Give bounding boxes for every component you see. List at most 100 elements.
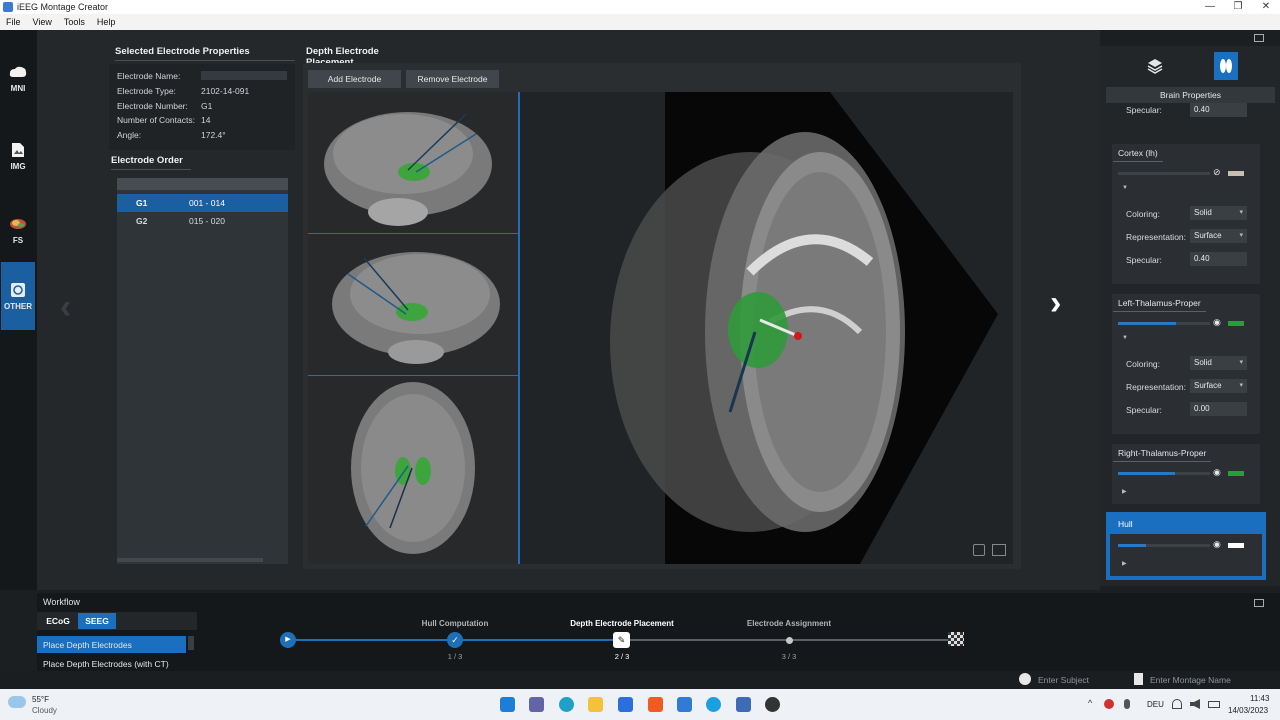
edge-browser-icon[interactable] bbox=[559, 697, 574, 712]
cortex-representation-select[interactable]: Surface bbox=[1190, 229, 1247, 243]
cortex-specular-spinbox[interactable]: 0.40 bbox=[1190, 252, 1247, 266]
cortex-opacity-slider[interactable] bbox=[1118, 172, 1210, 175]
left-thalamus-opacity-slider[interactable] bbox=[1118, 322, 1210, 325]
menu-help[interactable]: Help bbox=[91, 17, 122, 27]
menu-file[interactable]: File bbox=[0, 17, 27, 27]
step-dot-icon[interactable] bbox=[786, 637, 793, 644]
weather-temp[interactable]: 55°F bbox=[32, 695, 49, 704]
microphone-icon[interactable] bbox=[1124, 699, 1130, 709]
app-grid-icon[interactable] bbox=[677, 697, 692, 712]
menu-tools[interactable]: Tools bbox=[58, 17, 91, 27]
table-header bbox=[117, 178, 288, 190]
right-thalamus-color-swatch[interactable] bbox=[1228, 471, 1244, 476]
table-row[interactable]: G1 001 - 014 bbox=[117, 194, 288, 212]
cortex-representation-label: Representation: bbox=[1126, 232, 1187, 242]
prop-electrode-number: Electrode Number: G1 bbox=[117, 101, 213, 111]
play-icon[interactable]: ▶ bbox=[280, 632, 296, 648]
hull-opacity-slider[interactable] bbox=[1118, 544, 1210, 547]
file-explorer-icon[interactable] bbox=[588, 697, 603, 712]
top-specular-spinbox[interactable]: 0.40 bbox=[1190, 103, 1247, 117]
electrode-name-input[interactable] bbox=[201, 71, 287, 80]
restore-workflow-icon[interactable] bbox=[1254, 599, 1264, 607]
cortex-color-swatch[interactable] bbox=[1228, 171, 1244, 176]
sidebar-item-fs[interactable]: FS bbox=[1, 196, 35, 264]
next-arrow-icon[interactable]: › bbox=[1050, 284, 1061, 323]
hull-color-swatch[interactable] bbox=[1228, 543, 1244, 548]
montage-name-input[interactable]: Enter Montage Name bbox=[1150, 675, 1231, 685]
sidebar-item-img[interactable]: IMG bbox=[1, 122, 35, 190]
main-3d-view[interactable] bbox=[520, 92, 1013, 564]
collapse-arrow-icon[interactable]: ▼ bbox=[1122, 185, 1128, 191]
eye-icon[interactable]: ◉ bbox=[1213, 467, 1221, 478]
expand-arrow-icon[interactable]: ▶ bbox=[1122, 560, 1127, 567]
step-count-hull: 1 / 3 bbox=[447, 652, 463, 661]
subject-input[interactable]: Enter Subject bbox=[1038, 675, 1089, 685]
remove-electrode-button[interactable]: Remove Electrode bbox=[406, 70, 499, 88]
workflow-item-place-depth[interactable]: Place Depth Electrodes bbox=[37, 636, 186, 653]
left-thalamus-specular-spinbox[interactable]: 0.00 bbox=[1190, 402, 1247, 416]
menu-view[interactable]: View bbox=[27, 17, 58, 27]
clock-date[interactable]: 14/03/2023 bbox=[1228, 706, 1268, 715]
store-icon[interactable] bbox=[618, 697, 633, 712]
close-button[interactable]: ✕ bbox=[1252, 0, 1280, 14]
clock-time[interactable]: 11:43 bbox=[1250, 694, 1269, 703]
sidebar-item-mni[interactable]: MNI bbox=[1, 44, 35, 112]
expand-arrow-icon[interactable]: ▶ bbox=[1122, 488, 1127, 495]
left-thalamus-title: Left-Thalamus-Proper bbox=[1113, 298, 1206, 312]
edit-pencil-icon[interactable]: ✎ bbox=[613, 632, 630, 648]
battery-icon[interactable] bbox=[1208, 701, 1220, 708]
collapse-arrow-icon[interactable]: ▼ bbox=[1122, 335, 1128, 341]
window-title: iEEG Montage Creator bbox=[17, 2, 109, 12]
top-view[interactable] bbox=[308, 376, 519, 564]
teams-chat-icon[interactable] bbox=[529, 697, 544, 712]
ieeg-app-icon[interactable] bbox=[736, 697, 751, 712]
language-indicator[interactable]: DEU bbox=[1147, 700, 1164, 709]
cortex-lh-title: Cortex (lh) bbox=[1113, 148, 1163, 162]
workflow-label: Workflow bbox=[43, 597, 80, 607]
sidebar-item-other[interactable]: OTHER bbox=[1, 262, 35, 330]
eye-icon[interactable]: ◉ bbox=[1213, 317, 1221, 328]
table-row[interactable]: G2 015 - 020 bbox=[117, 212, 288, 230]
layers-icon[interactable] bbox=[1143, 52, 1167, 80]
eye-slash-icon[interactable]: ⊘ bbox=[1213, 167, 1221, 178]
step-label-hull: Hull Computation bbox=[421, 619, 489, 628]
maximize-button[interactable]: ❐ bbox=[1224, 0, 1252, 14]
left-thalamus-representation-select[interactable]: Surface bbox=[1190, 379, 1247, 393]
cortex-coloring-label: Coloring: bbox=[1126, 209, 1161, 219]
left-thalamus-coloring-select[interactable]: Solid bbox=[1190, 356, 1247, 370]
weather-cloud-icon[interactable] bbox=[8, 696, 26, 708]
restore-panel-icon[interactable] bbox=[1254, 34, 1264, 42]
left-thalamus-specular-label: Specular: bbox=[1126, 405, 1162, 415]
tab-seeg[interactable]: SEEG bbox=[78, 613, 116, 629]
previous-arrow-icon[interactable]: ‹ bbox=[60, 288, 71, 327]
reset-view-icon[interactable] bbox=[973, 544, 985, 556]
workflow-item-place-depth-ct[interactable]: Place Depth Electrodes (with CT) bbox=[37, 655, 186, 672]
windows-start-icon[interactable] bbox=[500, 697, 515, 712]
finish-flag-icon[interactable] bbox=[948, 632, 964, 646]
image-file-icon bbox=[9, 142, 27, 158]
brave-browser-icon[interactable] bbox=[648, 697, 663, 712]
eye-icon[interactable]: ◉ bbox=[1213, 539, 1221, 550]
horizontal-scrollbar[interactable] bbox=[117, 558, 263, 562]
lateral-view-top[interactable] bbox=[308, 92, 519, 234]
workflow-panel bbox=[37, 593, 1280, 671]
weather-desc[interactable]: Cloudy bbox=[32, 706, 57, 715]
tab-ecog[interactable]: ECoG bbox=[40, 613, 76, 629]
obs-icon[interactable] bbox=[765, 697, 780, 712]
minimize-button[interactable]: — bbox=[1196, 0, 1224, 14]
tray-expand-icon[interactable]: ^ bbox=[1088, 698, 1092, 708]
cortex-coloring-select[interactable]: Solid bbox=[1190, 206, 1247, 220]
right-thalamus-opacity-slider[interactable] bbox=[1118, 472, 1210, 475]
document-icon bbox=[1134, 673, 1143, 685]
tray-app-icon[interactable] bbox=[1104, 699, 1114, 709]
layout-grid-icon[interactable] bbox=[992, 544, 1006, 556]
skype-icon[interactable] bbox=[706, 697, 721, 712]
lateral-view-middle[interactable] bbox=[308, 234, 519, 376]
add-electrode-button[interactable]: Add Electrode bbox=[308, 70, 401, 88]
wifi-icon[interactable] bbox=[1172, 699, 1182, 709]
left-thalamus-color-swatch[interactable] bbox=[1228, 321, 1244, 326]
brain-hemisphere-icon[interactable] bbox=[1214, 52, 1238, 80]
workflow-scrollbar[interactable] bbox=[188, 636, 194, 650]
brain-axial-render bbox=[351, 382, 475, 554]
check-icon[interactable]: ✓ bbox=[447, 632, 463, 648]
